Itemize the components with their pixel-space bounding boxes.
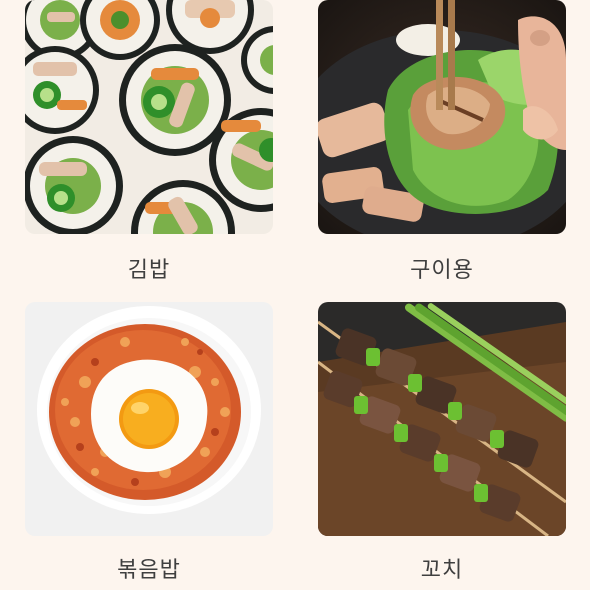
category-label-skewers: 꼬치 [420,558,464,583]
fried-rice-image[interactable] [25,302,273,536]
category-label-kimbap: 김밥 [127,258,171,283]
food-category-grid: 김밥 구이용 볶음밥 꼬치 [0,0,590,590]
kimbap-image[interactable] [25,0,273,234]
category-label-fried-rice: 볶음밥 [117,558,181,583]
grilled-pork-image[interactable] [318,0,566,234]
skewers-image[interactable] [318,302,566,536]
category-label-grilled: 구이용 [410,258,474,283]
